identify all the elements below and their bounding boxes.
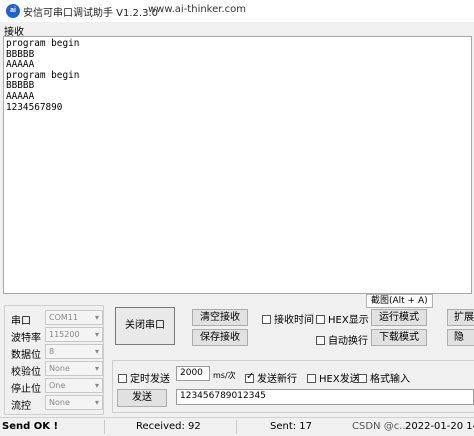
databits-select[interactable]: 8 ▾ [45, 344, 103, 359]
databits-label: 数据位 [11, 350, 41, 361]
parity-select[interactable]: None ▾ [45, 361, 103, 376]
chevron-down-icon: ▾ [94, 347, 99, 356]
flow-select[interactable]: None ▾ [45, 395, 103, 410]
recv-time-label: 接收时间 [274, 315, 314, 326]
send-interval-unit: ms/次 [213, 371, 236, 380]
port-row: 串口 COM11 ▾ [9, 310, 103, 327]
receive-textarea[interactable]: program begin BBBBB AAAAA program begin … [3, 36, 472, 294]
window-title: 安信可串口调试助手 V1.2.3.0 [23, 8, 159, 19]
download-mode-button[interactable]: 下载模式 [371, 329, 427, 346]
checkbox-box [358, 374, 367, 383]
screenshot-tooltip: 截图(Alt + A) [366, 294, 433, 308]
status-divider [236, 420, 237, 434]
stopbits-select[interactable]: One ▾ [45, 378, 103, 393]
checkbox-box [316, 315, 325, 324]
hex-send-checkbox[interactable]: HEX发送 [307, 370, 360, 385]
title-bar: ai 安信可串口调试助手 V1.2.3.0 www.ai-thinker.com [0, 0, 474, 22]
chevron-down-icon: ▾ [94, 313, 99, 322]
status-bar: Send OK ! Received: 92 Sent: 17 CSDN @c.… [0, 417, 474, 436]
timed-send-checkbox[interactable]: 定时发送 [118, 370, 170, 385]
stopbits-label: 停止位 [11, 384, 41, 395]
hex-send-label: HEX发送 [319, 374, 360, 385]
run-mode-button[interactable]: 运行模式 [371, 309, 427, 326]
send-button[interactable]: 发送 [117, 389, 167, 407]
receive-line: BBBBB [6, 80, 35, 92]
status-state: Send OK ! [2, 421, 59, 432]
status-datetime: 2022-01-20 14: [405, 421, 474, 432]
receive-line: program begin [6, 69, 80, 81]
expand-button[interactable]: 扩展 [447, 309, 474, 326]
send-newline-checkbox[interactable]: 发送新行 [245, 370, 297, 385]
format-input-label: 格式输入 [370, 374, 410, 385]
checkbox-box [262, 315, 271, 324]
close-port-button[interactable]: 关闭串口 [115, 307, 175, 345]
receive-line: 1234567890 [6, 101, 63, 113]
send-newline-label: 发送新行 [257, 374, 297, 385]
flow-label: 流控 [11, 401, 31, 412]
baud-select[interactable]: 115200 ▾ [45, 327, 103, 342]
status-sent: Sent: 17 [270, 421, 313, 432]
port-select[interactable]: COM11 ▾ [45, 310, 103, 325]
receive-line: BBBBB [6, 48, 35, 60]
checkbox-box [245, 371, 254, 383]
parity-row: 校验位 None ▾ [9, 361, 103, 378]
clear-receive-button[interactable]: 清空接收 [192, 309, 248, 326]
serial-settings-panel: 串口 COM11 ▾ 波特率 115200 ▾ 数据位 8 ▾ 校验位 None ▾ 停… [4, 305, 104, 415]
window-url: www.ai-thinker.com [148, 4, 247, 15]
chevron-down-icon: ▾ [94, 330, 99, 339]
chevron-down-icon: ▾ [94, 398, 99, 407]
baud-row: 波特率 115200 ▾ [9, 327, 103, 344]
checkbox-box [118, 374, 127, 383]
auto-newline-checkbox[interactable]: 自动换行 [316, 332, 368, 347]
baud-value: 115200 [49, 330, 80, 339]
port-label: 串口 [11, 316, 31, 327]
receive-line: AAAAA [6, 90, 35, 102]
hex-display-label: HEX显示 [328, 315, 369, 326]
databits-row: 数据位 8 ▾ [9, 344, 103, 361]
receive-line: program begin [6, 38, 80, 49]
save-receive-button[interactable]: 保存接收 [192, 329, 248, 346]
format-input-checkbox[interactable]: 格式输入 [358, 370, 410, 385]
flow-value: None [49, 398, 70, 407]
databits-value: 8 [49, 347, 55, 356]
hide-button[interactable]: 隐 [447, 329, 474, 346]
parity-label: 校验位 [11, 367, 41, 378]
flow-row: 流控 None ▾ [9, 395, 103, 412]
hex-display-checkbox[interactable]: HEX显示 [316, 311, 369, 326]
send-interval-input[interactable]: 2000 [176, 366, 210, 381]
checkbox-box [307, 374, 316, 383]
status-received: Received: 92 [136, 421, 201, 432]
port-value: COM11 [49, 313, 78, 322]
checkbox-box [316, 336, 325, 345]
auto-newline-label: 自动换行 [328, 336, 368, 347]
status-divider [104, 420, 105, 434]
parity-value: None [49, 364, 70, 373]
send-text-input[interactable]: 123456789012345 [176, 389, 474, 405]
stopbits-value: One [49, 381, 66, 390]
status-watermark: CSDN @c... [352, 421, 409, 432]
app-logo-icon: ai [6, 4, 20, 18]
stopbits-row: 停止位 One ▾ [9, 378, 103, 395]
chevron-down-icon: ▾ [94, 364, 99, 373]
chevron-down-icon: ▾ [94, 381, 99, 390]
baud-label: 波特率 [11, 333, 41, 344]
timed-send-label: 定时发送 [130, 374, 170, 385]
recv-time-checkbox[interactable]: 接收时间 [262, 311, 314, 326]
